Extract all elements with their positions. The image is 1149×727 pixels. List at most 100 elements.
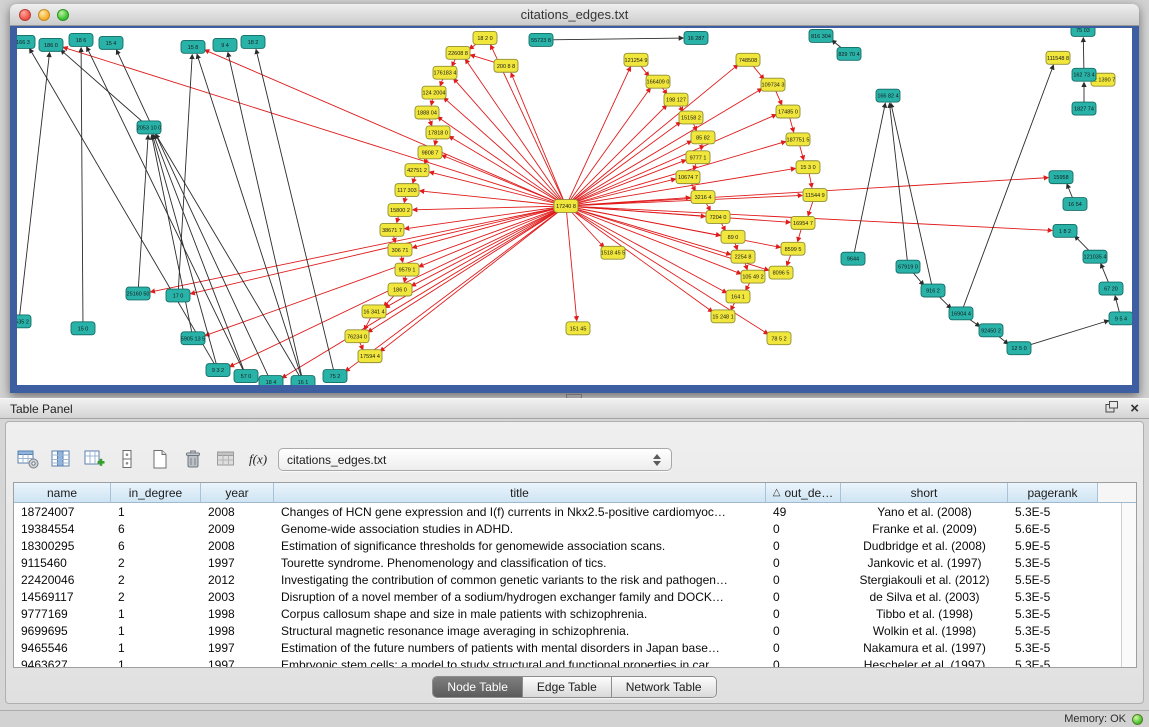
graph-node[interactable]: 9777 1 — [686, 151, 710, 164]
table-row[interactable]: 977716911998Corpus callosum shape and si… — [14, 605, 1121, 622]
column-header-name[interactable]: name — [14, 483, 111, 503]
function-builder-icon[interactable]: f(x) — [245, 446, 273, 472]
graph-node[interactable]: 2254 8 — [731, 250, 755, 263]
network-canvas[interactable]: 17240 8 22608 818 2 0 176183 4 124 2004 1888… — [17, 28, 1132, 385]
graph-node[interactable]: 18 6 — [69, 33, 93, 46]
table-row[interactable]: 911546021997Tourette syndrome. Phenomeno… — [14, 554, 1121, 571]
edit-column-icon[interactable] — [80, 446, 108, 472]
graph-node[interactable]: 166409 0 — [646, 75, 670, 88]
graph-node[interactable]: 166 3 — [17, 35, 35, 48]
column-header-in_degree[interactable]: in_degree — [111, 483, 201, 503]
graph-node[interactable]: 15 0 — [71, 322, 95, 335]
graph-node[interactable]: 16 341 4 — [362, 305, 386, 318]
graph-node[interactable]: 816 304 — [809, 29, 833, 42]
graph-node[interactable]: 17 0 — [166, 289, 190, 302]
row-options-icon[interactable] — [113, 446, 141, 472]
graph-node[interactable]: 16954 7 — [791, 216, 815, 229]
graph-node[interactable]: 121254 9 — [624, 53, 648, 66]
graph-node[interactable]: 166 82 4 — [876, 89, 900, 102]
graph-node[interactable]: 9 3 2 — [206, 364, 230, 377]
graph-node[interactable]: 9579 1 — [395, 263, 419, 276]
column-header-title[interactable]: title — [274, 483, 766, 503]
delete-table-icon[interactable] — [179, 446, 207, 472]
graph-node[interactable]: 17818 0 — [426, 126, 450, 139]
graph-node[interactable]: 111548 8 — [1046, 51, 1070, 64]
table-row[interactable]: 1456911722003Disruption of a novel membe… — [14, 588, 1121, 605]
column-header-short[interactable]: short — [841, 483, 1008, 503]
graph-node[interactable]: 78 5 2 — [767, 332, 791, 345]
table-selector-dropdown[interactable]: citations_edges.txt — [278, 448, 672, 471]
graph-node[interactable]: 15958 — [1049, 171, 1073, 184]
graph-node[interactable]: 9 4 — [213, 38, 237, 51]
graph-node[interactable]: 18 2 — [241, 35, 265, 48]
graph-node[interactable]: 15 248 1 — [711, 310, 735, 323]
graph-node[interactable]: 16 1 — [291, 376, 315, 385]
graph-node[interactable]: 306 71 — [388, 243, 412, 256]
graph-node[interactable]: 5905 13 5 — [181, 332, 205, 345]
table-scrollbar[interactable] — [1121, 503, 1136, 667]
graph-node[interactable]: 200 8 8 — [494, 59, 518, 72]
graph-node[interactable]: 186 0 — [388, 283, 412, 296]
graph-node[interactable]: 76234 0 — [345, 330, 369, 343]
graph-node[interactable]: 15 8 — [181, 40, 205, 53]
graph-node[interactable]: 8599 5 — [781, 242, 805, 255]
column-header-year[interactable]: year — [201, 483, 274, 503]
graph-node[interactable]: 10674 7 — [676, 171, 700, 184]
graph-node[interactable]: 176183 4 — [433, 66, 457, 79]
graph-node[interactable]: 18 4 — [259, 376, 283, 385]
graph-node[interactable]: 67 20 — [1099, 282, 1123, 295]
table-row[interactable]: 1830029562008Estimation of significance … — [14, 537, 1121, 554]
graph-node[interactable]: 17240 8 — [554, 200, 578, 213]
graph-node[interactable]: 1827 74 — [1072, 102, 1096, 115]
graph-node[interactable]: 124 2004 — [422, 86, 446, 99]
graph-node[interactable]: 105 49 2 — [741, 270, 765, 283]
graph-node[interactable]: 18535 2 — [17, 315, 31, 328]
graph-node[interactable]: 75 2 — [323, 370, 347, 383]
graph-node[interactable]: 9 5 4 — [1109, 312, 1132, 325]
graph-node[interactable]: 7204 0 — [706, 210, 730, 223]
tab-network-table[interactable]: Network Table — [612, 677, 716, 697]
graph-node[interactable]: 121035 4 — [1083, 250, 1107, 263]
graph-node[interactable]: 15 3 0 — [796, 161, 820, 174]
new-table-icon[interactable] — [146, 446, 174, 472]
table-row[interactable]: 946362711997Embryonic stem cells: a mode… — [14, 656, 1121, 667]
graph-node[interactable]: 22608 8 — [446, 46, 470, 59]
graph-node[interactable]: 109734 3 — [761, 78, 785, 91]
graph-node[interactable]: 1888 04 — [415, 106, 439, 119]
graph-node[interactable]: 162 73 4 — [1072, 68, 1096, 81]
graph-node[interactable]: 198 127 — [664, 93, 688, 106]
table-row[interactable]: 1938455462009Genome-wide association stu… — [14, 520, 1121, 537]
graph-node[interactable]: 17594 4 — [358, 350, 382, 363]
tab-edge-table[interactable]: Edge Table — [523, 677, 612, 697]
graph-node[interactable]: 57 0 — [234, 370, 258, 383]
column-header-pagerank[interactable]: pagerank — [1008, 483, 1098, 503]
zoom-window-button[interactable] — [57, 9, 69, 21]
graph-node[interactable]: 17485 0 — [776, 105, 800, 118]
graph-node[interactable]: 11544 9 — [803, 189, 827, 202]
table-row[interactable]: 969969511998Structural magnetic resonanc… — [14, 622, 1121, 639]
graph-node[interactable]: 75 03 — [1071, 28, 1095, 36]
table-row[interactable]: 2242004622012Investigating the contribut… — [14, 571, 1121, 588]
graph-node[interactable]: 187751 5 — [786, 133, 810, 146]
graph-node[interactable]: 748508 — [736, 53, 760, 66]
graph-node[interactable]: 1 8 2 — [1053, 224, 1077, 237]
close-window-button[interactable] — [19, 9, 31, 21]
graph-node[interactable]: 164 1 — [726, 290, 750, 303]
graph-node[interactable]: 916 2 — [921, 284, 945, 297]
graph-node[interactable]: 42751 2 — [405, 164, 429, 177]
table-row[interactable]: 1872400712008Changes of HCN gene express… — [14, 503, 1121, 520]
graph-node[interactable]: 15158 2 — [679, 111, 703, 124]
graph-node[interactable]: 186 0 — [39, 38, 63, 51]
graph-node[interactable]: 16 287 — [684, 31, 708, 44]
graph-node[interactable]: 89 0 — [721, 230, 745, 243]
minimize-window-button[interactable] — [38, 9, 50, 21]
graph-node[interactable]: 38671 7 — [380, 223, 404, 236]
graph-node[interactable]: 8096 5 — [769, 266, 793, 279]
table-row[interactable]: 946554611997Estimation of the future num… — [14, 639, 1121, 656]
column-header-out_de[interactable]: △out_de… — [766, 483, 841, 503]
graph-node[interactable]: 18 2 0 — [473, 31, 497, 44]
graph-node[interactable]: 9808 7 — [418, 146, 442, 159]
table-options-icon[interactable] — [14, 446, 42, 472]
graph-node[interactable]: 55723 8 — [529, 33, 553, 46]
graph-node[interactable]: 2053 10 0 — [137, 121, 161, 134]
